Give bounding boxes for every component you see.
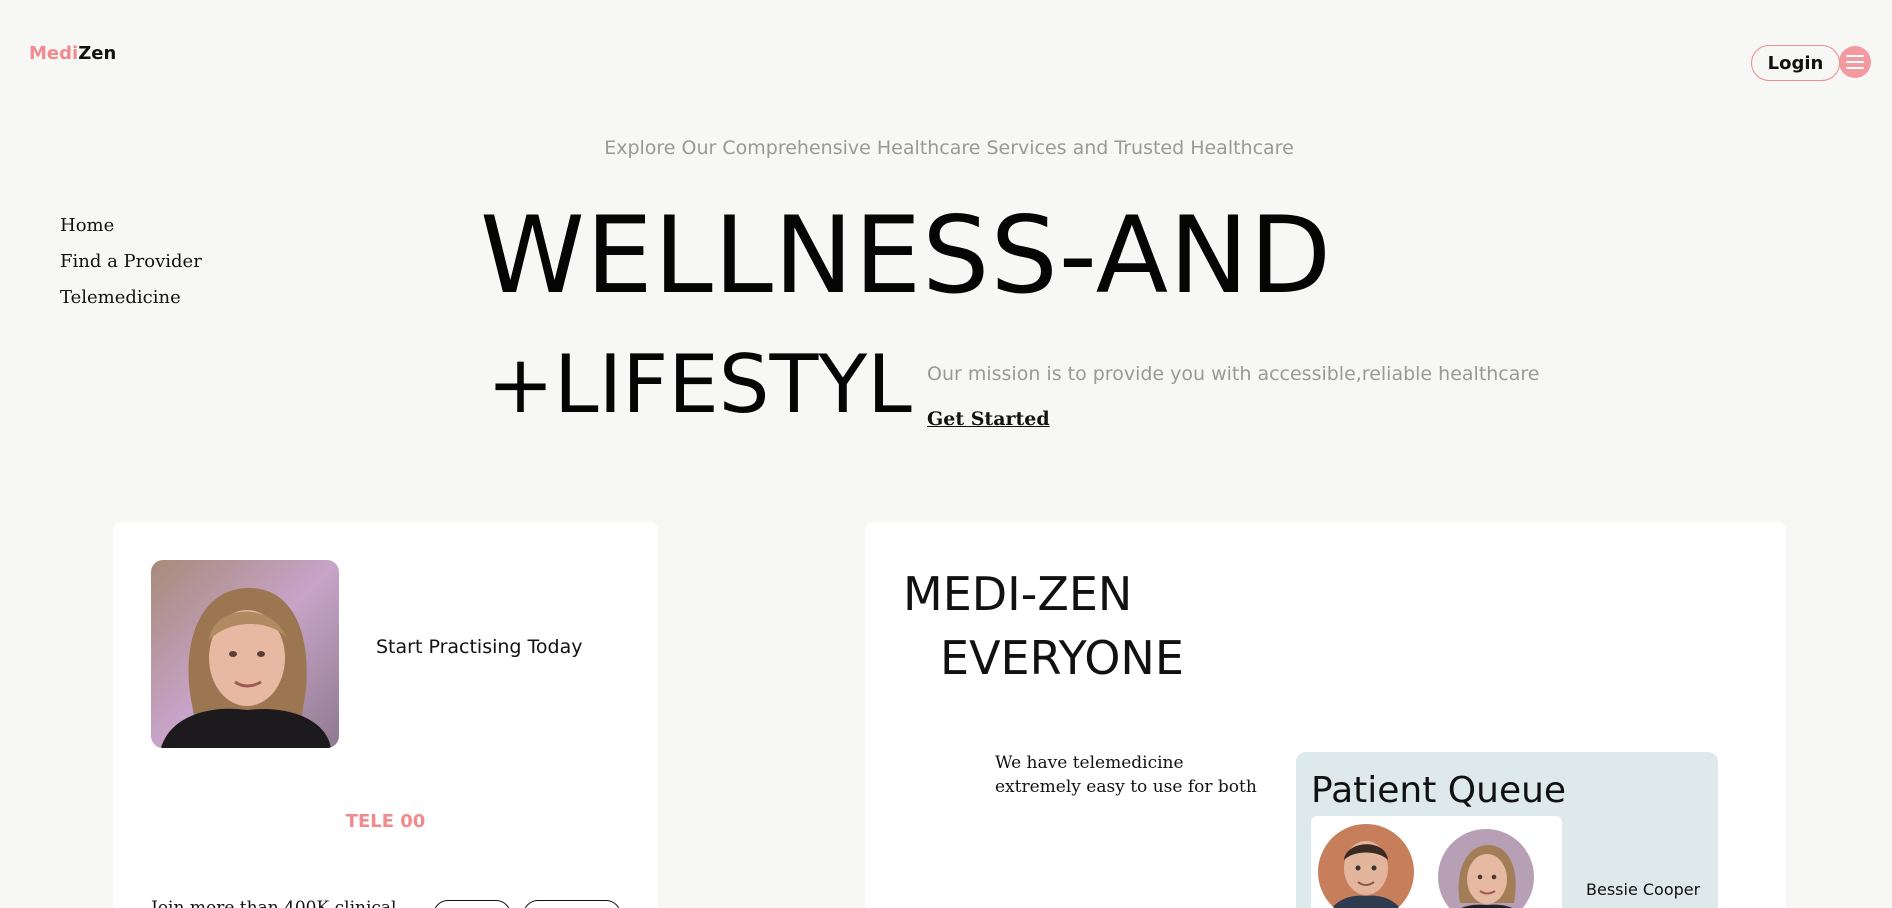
medizen-title-line1: MEDI-ZEN	[903, 567, 1133, 621]
patient-avatar-list	[1311, 816, 1562, 908]
start-practising-heading: Start Practising Today	[376, 636, 583, 658]
pill-button[interactable]	[523, 900, 621, 908]
menu-bar	[1846, 61, 1864, 63]
tele-stat: TELE 00	[345, 811, 426, 832]
hero-heading-line2: +LIFESTYL	[487, 338, 912, 431]
pill-button[interactable]	[433, 900, 511, 908]
patient-queue-panel: Patient Queue Bessie Cooper	[1296, 752, 1718, 908]
login-button[interactable]: Login	[1751, 45, 1840, 81]
telemedicine-line2: extremely easy to use for both	[995, 777, 1257, 797]
menu-bar	[1846, 67, 1864, 69]
provider-portrait-image	[151, 560, 339, 748]
patient-name: Bessie Cooper	[1586, 880, 1701, 899]
menu-bar	[1846, 55, 1864, 57]
nav-item-home[interactable]: Home	[60, 214, 202, 250]
telemedicine-description: We have telemedicine extremely easy to u…	[995, 751, 1257, 799]
hero-heading-line1: WELLNESS-AND	[480, 194, 1333, 317]
brand-logo[interactable]: MediZen	[29, 43, 116, 64]
nav-item-telemedicine[interactable]: Telemedicine	[60, 286, 202, 322]
medizen-card: MEDI-ZEN EVERYONE We have telemedicine e…	[865, 522, 1786, 908]
practice-card: Start Practising Today TELE 00 Join more…	[113, 522, 658, 908]
brand-logo-part1: Medi	[29, 43, 79, 64]
patient-avatar-female[interactable]	[1438, 829, 1534, 908]
join-text: Join more than 400K clinical	[151, 898, 397, 908]
side-navigation: Home Find a Provider Telemedicine	[60, 214, 202, 322]
brand-logo-part2: Zen	[78, 43, 117, 64]
page-tagline: Explore Our Comprehensive Healthcare Ser…	[604, 137, 1294, 159]
mission-statement: Our mission is to provide you with acces…	[927, 363, 1540, 385]
patient-avatar-male[interactable]	[1318, 824, 1414, 908]
hamburger-menu-icon[interactable]	[1839, 46, 1871, 78]
medizen-title-line2: EVERYONE	[940, 631, 1184, 685]
telemedicine-line1: We have telemedicine	[995, 753, 1184, 773]
get-started-link[interactable]: Get Started	[927, 408, 1050, 430]
patient-queue-title: Patient Queue	[1311, 770, 1567, 811]
nav-item-find-provider[interactable]: Find a Provider	[60, 250, 202, 286]
